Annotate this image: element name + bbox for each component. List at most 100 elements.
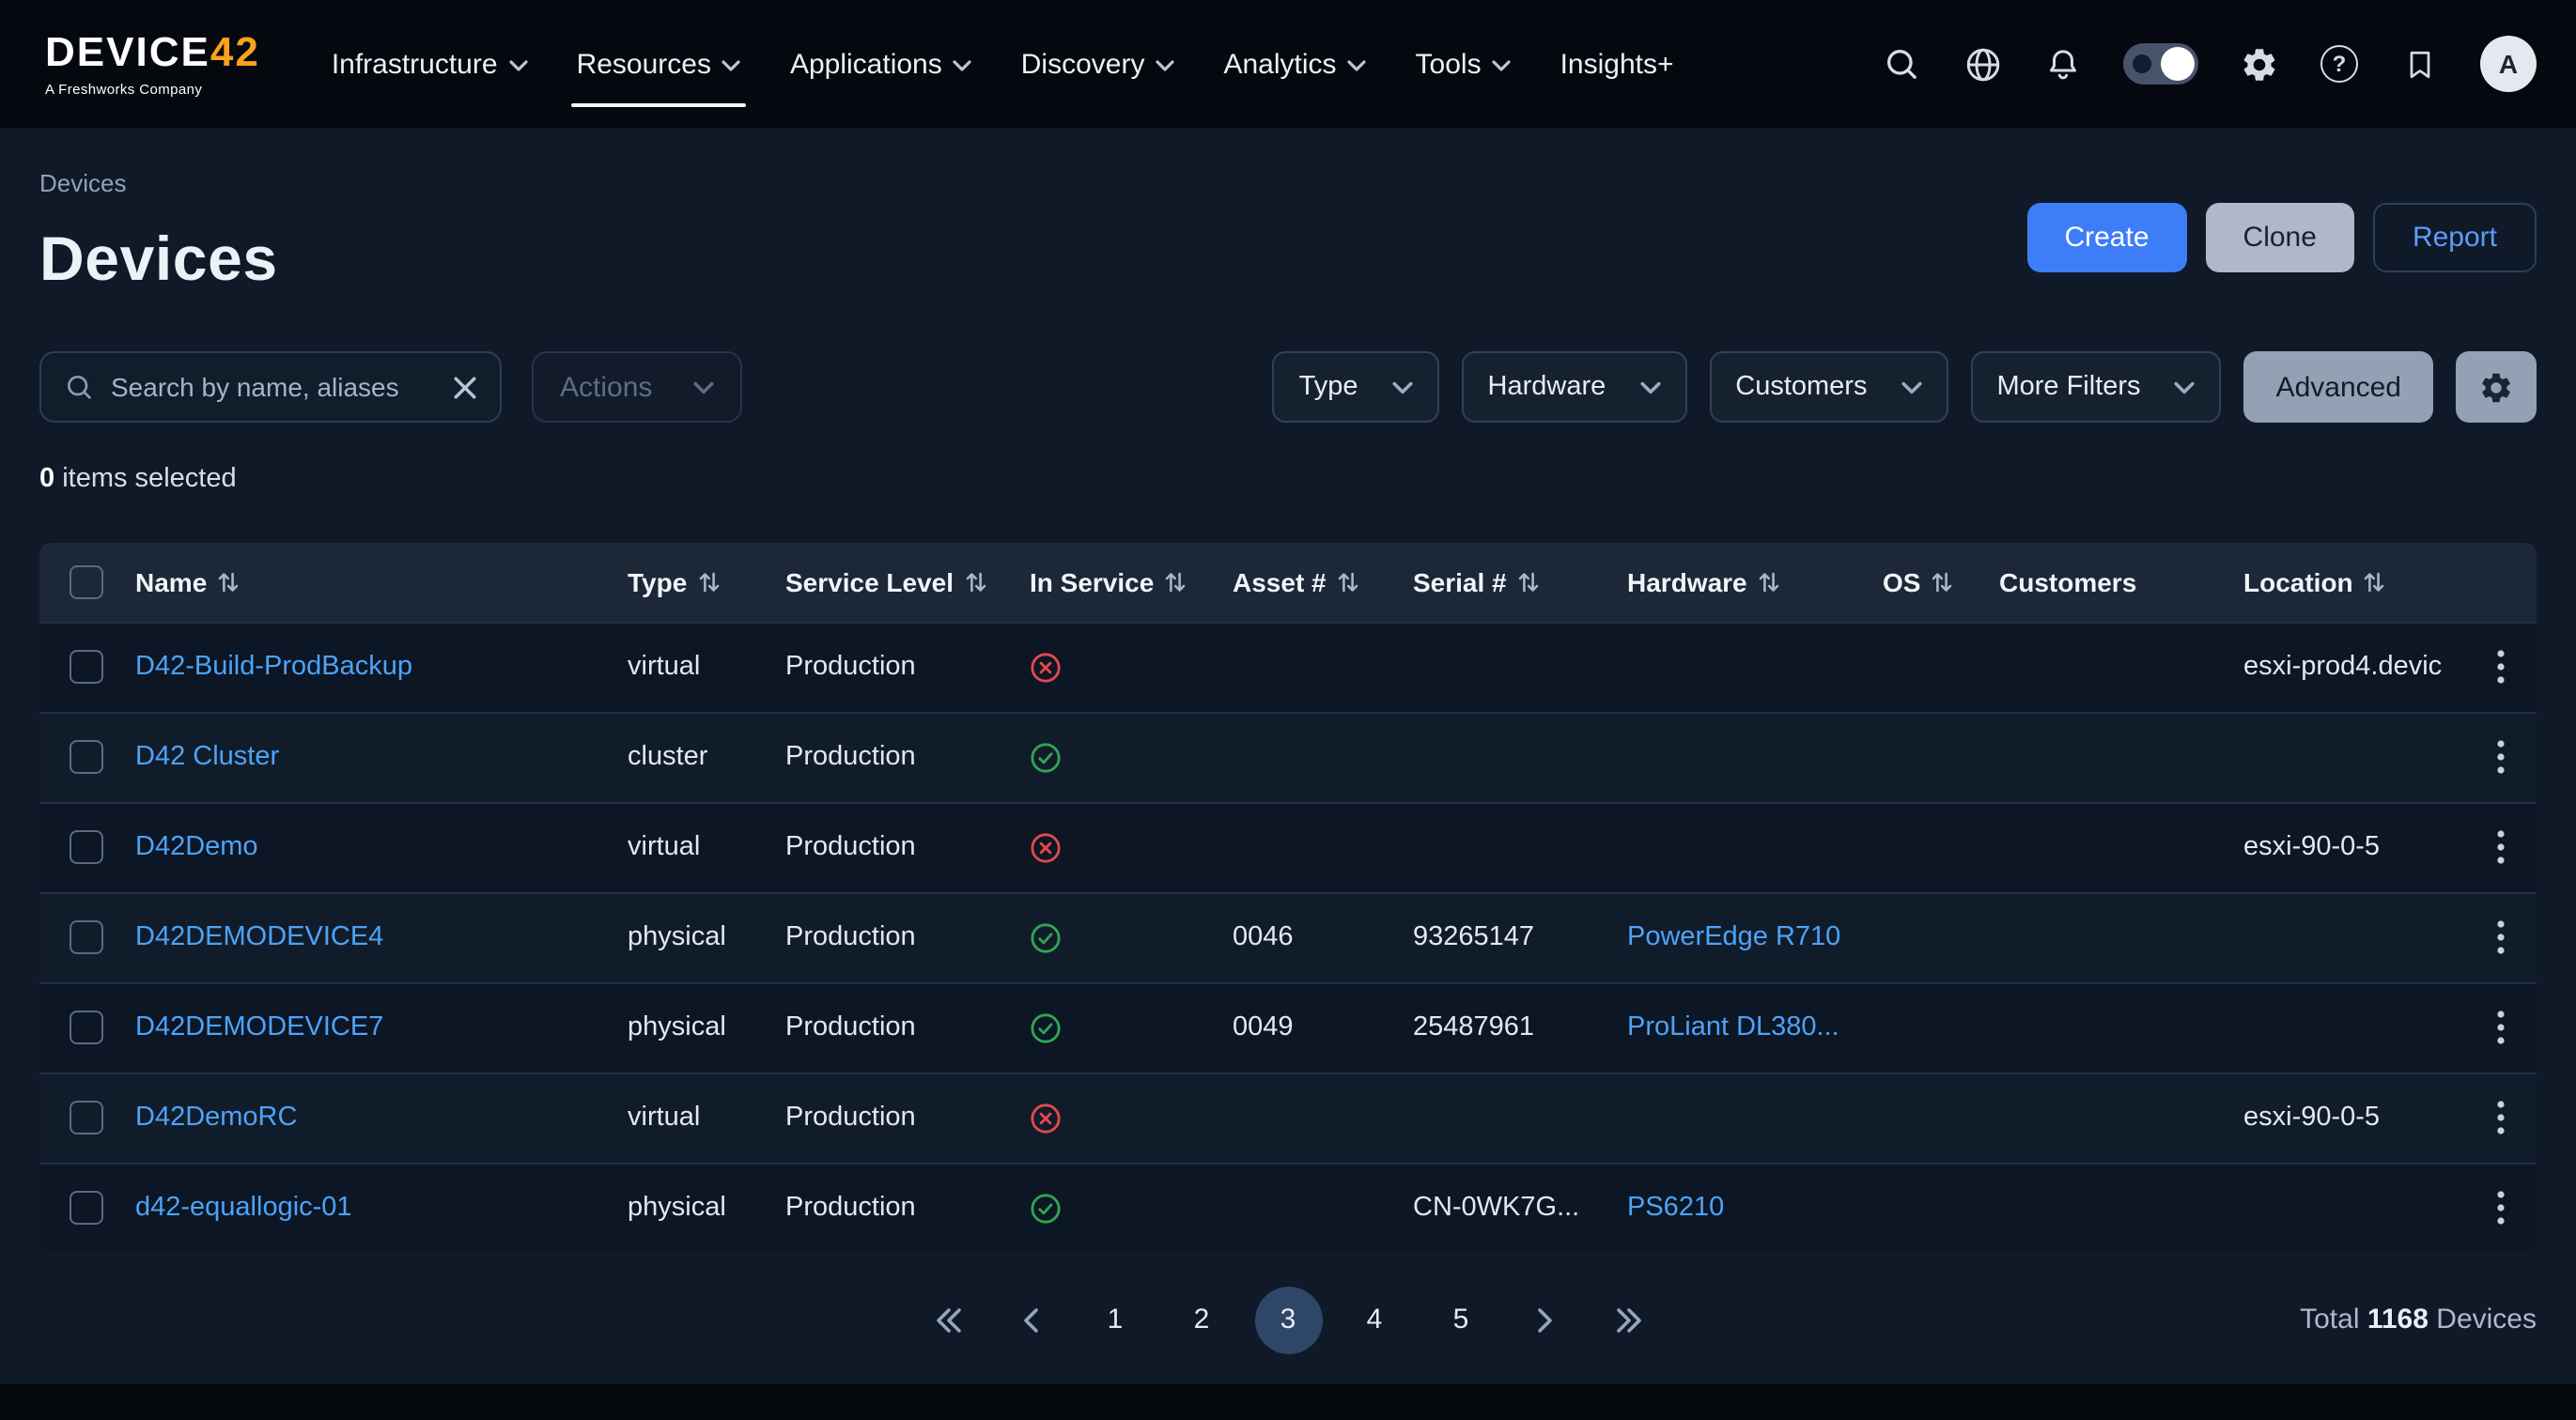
row-checkbox[interactable]	[70, 1191, 103, 1225]
nav-item-analytics[interactable]: Analytics	[1223, 33, 1366, 95]
row-checkbox[interactable]	[70, 920, 103, 954]
column-header-label: Asset #	[1233, 567, 1327, 597]
settings-icon[interactable]	[2238, 43, 2279, 85]
device42-logo[interactable]: DEVICE42 A Freshworks Company	[45, 31, 260, 97]
row-checkbox[interactable]	[70, 1011, 103, 1044]
pagination-page-4[interactable]: 4	[1341, 1286, 1408, 1353]
nav-item-infrastructure[interactable]: Infrastructure	[332, 33, 528, 95]
device-name-link[interactable]: D42 Cluster	[135, 742, 279, 772]
table-settings-icon[interactable]	[2456, 351, 2537, 423]
row-kebab-menu-icon[interactable]	[2463, 983, 2537, 1072]
avatar[interactable]: A	[2480, 36, 2537, 92]
hardware-link[interactable]: PowerEdge R710	[1627, 922, 1840, 952]
pagination-page-1[interactable]: 1	[1081, 1286, 1149, 1353]
report-button[interactable]: Report	[2373, 203, 2537, 272]
service-level: Production	[785, 742, 916, 772]
device-name-link[interactable]: D42Demo	[135, 832, 258, 862]
nav-item-tools[interactable]: Tools	[1416, 33, 1512, 95]
column-header-type[interactable]: Type	[618, 543, 776, 622]
row-kebab-menu-icon[interactable]	[2463, 623, 2537, 711]
column-header-asset[interactable]: Asset #	[1223, 543, 1404, 622]
column-header-service-level[interactable]: Service Level	[776, 543, 1020, 622]
filter-toolbar: Actions Type Hardware Customers More Filter…	[39, 351, 2537, 423]
column-header-serial[interactable]: Serial #	[1404, 543, 1618, 622]
asset-number: 0046	[1233, 922, 1294, 952]
filter-dropdown-type[interactable]: Type	[1273, 351, 1439, 423]
column-header-name[interactable]: Name	[126, 543, 618, 622]
hardware-link[interactable]: ProLiant DL380...	[1627, 1012, 1839, 1042]
device-row: D42Demo virtual Production esxi-90-0-5	[39, 802, 2537, 892]
hardware-link[interactable]: PS6210	[1627, 1193, 1724, 1223]
device-name-link[interactable]: D42DEMODEVICE4	[135, 922, 383, 952]
breadcrumb[interactable]: Devices	[39, 169, 278, 197]
chevron-down-icon	[1639, 380, 1660, 394]
column-header-label: Customers	[1999, 567, 2136, 597]
row-checkbox[interactable]	[70, 830, 103, 864]
row-kebab-menu-icon[interactable]	[2463, 803, 2537, 891]
search-input[interactable]	[111, 372, 436, 402]
device-row: D42 Cluster cluster Production	[39, 712, 2537, 802]
pagination: 12345 Total 1168 Devices	[39, 1286, 2537, 1353]
asset-number: 0049	[1233, 1012, 1294, 1042]
column-header-label: Serial #	[1413, 567, 1507, 597]
row-checkbox[interactable]	[70, 650, 103, 684]
device-location: esxi-90-0-5	[2243, 1103, 2380, 1133]
page-header: Devices Devices Create Clone Report	[39, 169, 2537, 295]
column-header-hardware[interactable]: Hardware	[1618, 543, 1873, 622]
prev-page-icon[interactable]	[999, 1288, 1063, 1351]
filter-dropdown-hardware[interactable]: Hardware	[1462, 351, 1687, 423]
pagination-page-5[interactable]: 5	[1427, 1286, 1495, 1353]
clear-search-icon[interactable]	[453, 375, 477, 399]
row-actions-column-header	[2463, 543, 2537, 622]
chevron-down-icon	[1348, 60, 1367, 71]
globe-icon[interactable]	[1962, 43, 2003, 85]
row-checkbox[interactable]	[70, 740, 103, 774]
filter-dropdown-customers[interactable]: Customers	[1709, 351, 1948, 423]
help-icon[interactable]: ?	[2319, 43, 2360, 85]
create-button[interactable]: Create	[2026, 203, 2186, 272]
next-page-icon[interactable]	[1513, 1288, 1577, 1351]
row-kebab-menu-icon[interactable]	[2463, 1164, 2537, 1252]
nav-item-label: Infrastructure	[332, 48, 498, 80]
device-name-link[interactable]: D42DEMODEVICE7	[135, 1012, 383, 1042]
column-header-customers[interactable]: Customers	[1990, 543, 2234, 622]
page-title: Devices	[39, 224, 278, 295]
nav-item-insights[interactable]: Insights+	[1560, 33, 1674, 95]
device-row: D42-Build-ProdBackup virtual Production …	[39, 622, 2537, 712]
bookmark-icon[interactable]	[2399, 43, 2441, 85]
serial-number: CN-0WK7G...	[1413, 1193, 1579, 1223]
device-type: physical	[628, 1012, 726, 1042]
first-page-icon[interactable]	[916, 1288, 980, 1351]
row-checkbox[interactable]	[70, 1101, 103, 1134]
device-name-link[interactable]: d42-equallogic-01	[135, 1193, 352, 1223]
notifications-icon[interactable]	[2042, 43, 2084, 85]
select-all-checkbox[interactable]	[70, 565, 103, 599]
sort-icon	[1165, 571, 1186, 594]
device-name-link[interactable]: D42-Build-ProdBackup	[135, 652, 412, 682]
row-kebab-menu-icon[interactable]	[2463, 1073, 2537, 1162]
theme-toggle[interactable]	[2123, 43, 2198, 85]
pagination-page-3[interactable]: 3	[1254, 1286, 1322, 1353]
column-header-os[interactable]: OS	[1873, 543, 1990, 622]
search-icon[interactable]	[1881, 43, 1922, 85]
nav-item-discovery[interactable]: Discovery	[1021, 33, 1175, 95]
chevron-down-icon	[722, 60, 741, 71]
device-name-link[interactable]: D42DemoRC	[135, 1103, 297, 1133]
chevron-down-icon	[1392, 380, 1413, 394]
row-kebab-menu-icon[interactable]	[2463, 893, 2537, 981]
row-kebab-menu-icon[interactable]	[2463, 713, 2537, 801]
column-header-in-service[interactable]: In Service	[1020, 543, 1223, 622]
column-header-label: Service Level	[785, 567, 954, 597]
column-header-location[interactable]: Location	[2234, 543, 2463, 622]
column-header-label: Location	[2243, 567, 2353, 597]
nav-item-applications[interactable]: Applications	[790, 33, 972, 95]
device-row: D42DEMODEVICE4 physical Production 0046 …	[39, 892, 2537, 982]
filter-dropdown-more-filters[interactable]: More Filters	[1970, 351, 2221, 423]
nav-item-resources[interactable]: Resources	[577, 33, 741, 95]
clone-button[interactable]: Clone	[2206, 203, 2354, 272]
pagination-page-2[interactable]: 2	[1168, 1286, 1235, 1353]
device42-app: DEVICE42 A Freshworks Company Infrastruc…	[0, 0, 2576, 1420]
last-page-icon[interactable]	[1596, 1288, 1660, 1351]
actions-dropdown[interactable]: Actions	[532, 351, 742, 423]
advanced-filters-button[interactable]: Advanced	[2244, 351, 2433, 423]
